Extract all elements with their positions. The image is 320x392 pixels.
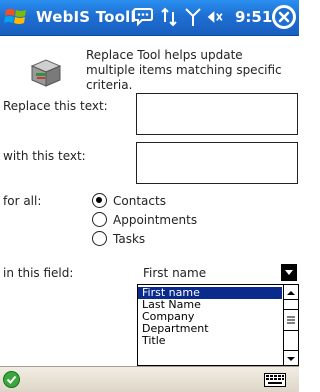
list-scrollbar[interactable]: [283, 285, 298, 365]
list-item-title[interactable]: Title: [138, 335, 282, 347]
field-combo-value[interactable]: First name: [143, 266, 206, 280]
field-label: in this field:: [3, 266, 74, 280]
close-icon: [273, 6, 295, 28]
ok-icon[interactable]: [3, 371, 20, 388]
window-title: WebIS Tooll: [36, 8, 136, 26]
volume-icon[interactable]: [206, 6, 226, 28]
replace-text-input[interactable]: [136, 93, 298, 135]
signal-icon[interactable]: [183, 6, 203, 28]
tool-description: Replace Tool helps update multiple items…: [86, 48, 282, 92]
radio-tasks-label[interactable]: Tasks: [113, 232, 145, 246]
radio-contacts-label[interactable]: Contacts: [113, 194, 166, 208]
radio-contacts[interactable]: [92, 193, 107, 208]
scroll-up-icon: [287, 291, 295, 295]
field-dropdown-list[interactable]: First name Last Name Company Department …: [137, 284, 299, 366]
scroll-down-icon: [287, 357, 295, 361]
radio-selected-dot: [96, 197, 102, 203]
field-combo-dropdown-button[interactable]: [281, 264, 297, 281]
close-button[interactable]: [272, 5, 296, 29]
radio-appointments-label[interactable]: Appointments: [113, 213, 197, 227]
grip-icon: [287, 316, 295, 324]
scroll-up-button[interactable]: [284, 285, 298, 300]
scroll-down-button[interactable]: [284, 350, 298, 365]
title-bar: WebIS Tooll 9:51: [0, 0, 299, 36]
connectivity-icon[interactable]: [159, 6, 179, 28]
bottom-menu-bar: [0, 366, 299, 392]
windows-logo-icon[interactable]: [4, 5, 28, 29]
keyboard-icon[interactable]: [264, 373, 286, 387]
clock-time[interactable]: 9:51: [235, 8, 272, 26]
toolbox-icon: [30, 59, 62, 87]
for-all-label: for all:: [3, 194, 42, 208]
with-text-label: with this text:: [3, 149, 86, 163]
replace-text-label: Replace this text:: [3, 99, 108, 113]
radio-appointments[interactable]: [92, 212, 107, 227]
radio-tasks[interactable]: [92, 231, 107, 246]
chat-icon[interactable]: [133, 6, 153, 28]
with-text-input[interactable]: [136, 142, 298, 184]
scroll-thumb[interactable]: [284, 309, 298, 331]
